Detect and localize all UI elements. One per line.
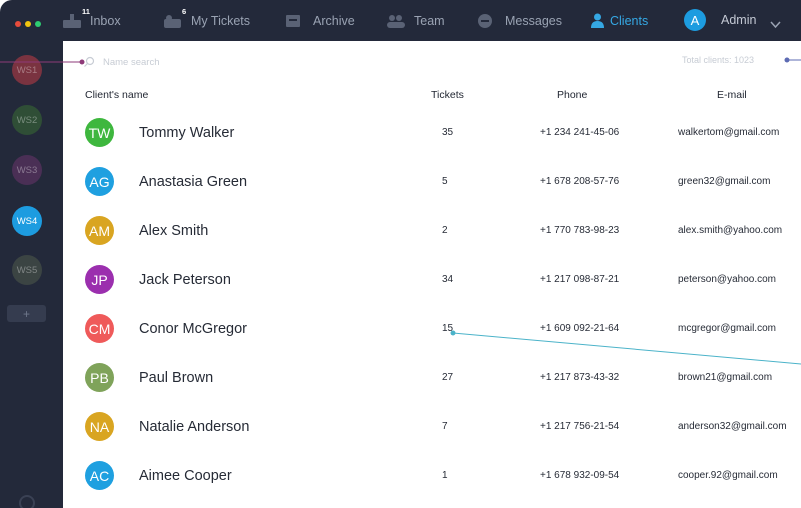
avatar: NA bbox=[85, 412, 114, 441]
client-icon bbox=[591, 13, 604, 29]
total-clients-count: Total clients: 1023 bbox=[682, 55, 755, 65]
client-name[interactable]: Paul Brown bbox=[139, 370, 213, 386]
email-address[interactable]: green32@gmail.com bbox=[678, 176, 770, 187]
nav-item-clients[interactable]: Clients bbox=[591, 0, 648, 41]
avatar: AG bbox=[85, 167, 114, 196]
search-icon bbox=[83, 55, 95, 73]
email-address[interactable]: brown21@gmail.com bbox=[678, 372, 772, 383]
phone-number: +1 609 092-21-64 bbox=[540, 323, 620, 334]
nav-label-clients: Clients bbox=[610, 13, 649, 28]
avatar: CM bbox=[85, 314, 114, 343]
team-icon bbox=[386, 13, 406, 29]
nav-item-inbox[interactable]: 11 Inbox bbox=[62, 0, 121, 41]
table-row[interactable]: CM Conor McGregor 15 +1 609 092-21-64 mc… bbox=[0, 314, 801, 363]
table-row[interactable]: NA Natalie Anderson 7 +1 217 756-21-54 a… bbox=[0, 412, 801, 461]
table-row[interactable]: AG Anastasia Green 5 +1 678 208-57-76 gr… bbox=[0, 167, 801, 216]
email-address[interactable]: cooper.92@gmail.com bbox=[678, 470, 778, 481]
ticket-count: 34 bbox=[442, 274, 454, 285]
nav-item-my-tickets[interactable]: 6 My Tickets bbox=[163, 0, 250, 41]
client-name[interactable]: Tommy Walker bbox=[139, 125, 234, 141]
messages-icon bbox=[477, 13, 497, 29]
email-address[interactable]: anderson32@gmail.com bbox=[678, 421, 787, 432]
nav-label-inbox: Inbox bbox=[90, 13, 121, 28]
nav-label-archive: Archive bbox=[313, 13, 355, 28]
phone-number: +1 234 241-45-06 bbox=[540, 127, 620, 138]
ticket-count: 15 bbox=[442, 323, 454, 334]
avatar: AC bbox=[85, 461, 114, 490]
table-row[interactable]: AM Alex Smith 2 +1 770 783-98-23 alex.sm… bbox=[0, 216, 801, 265]
column-header-name[interactable]: Client's name bbox=[85, 89, 148, 101]
ticket-count: 7 bbox=[442, 421, 448, 432]
phone-number: +1 678 208-57-76 bbox=[540, 176, 620, 187]
email-address[interactable]: mcgregor@gmail.com bbox=[678, 323, 776, 334]
table-row[interactable]: JP Jack Peterson 34 +1 217 098-87-21 pet… bbox=[0, 265, 801, 314]
ticket-count: 35 bbox=[442, 127, 454, 138]
name-search-input[interactable] bbox=[103, 54, 303, 70]
email-address[interactable]: alex.smith@yahoo.com bbox=[678, 225, 782, 236]
maximize-window-dot[interactable] bbox=[35, 21, 41, 27]
table-row[interactable]: PB Paul Brown 27 +1 217 873-43-32 brown2… bbox=[0, 363, 801, 412]
close-window-dot[interactable] bbox=[15, 21, 21, 27]
nav-label-my-tickets: My Tickets bbox=[191, 13, 251, 28]
nav-label-messages: Messages bbox=[505, 13, 562, 28]
phone-number: +1 217 756-21-54 bbox=[540, 421, 620, 432]
archive-icon bbox=[285, 13, 305, 29]
nav-item-team[interactable]: Team bbox=[386, 0, 445, 41]
user-avatar[interactable]: A bbox=[684, 9, 706, 31]
app-window: 11 Inbox 6 My Tickets Archive Team Messa… bbox=[0, 0, 801, 508]
avatar: PB bbox=[85, 363, 114, 392]
minimize-window-dot[interactable] bbox=[25, 21, 31, 27]
email-address[interactable]: walkertom@gmail.com bbox=[678, 127, 779, 138]
client-name[interactable]: Aimee Cooper bbox=[139, 468, 232, 484]
column-header-email[interactable]: E-mail bbox=[717, 89, 747, 101]
client-name[interactable]: Anastasia Green bbox=[139, 174, 247, 190]
ticket-count: 2 bbox=[442, 225, 448, 236]
ticket-count: 5 bbox=[442, 176, 448, 187]
client-name[interactable]: Natalie Anderson bbox=[139, 419, 249, 435]
nav-item-archive[interactable]: Archive bbox=[285, 0, 355, 41]
column-header-phone[interactable]: Phone bbox=[557, 89, 587, 101]
window-controls bbox=[15, 21, 41, 27]
user-name[interactable]: Admin bbox=[721, 13, 756, 27]
avatar: TW bbox=[85, 118, 114, 147]
top-nav-bar: 11 Inbox 6 My Tickets Archive Team Messa… bbox=[0, 0, 801, 41]
inbox-icon: 11 bbox=[62, 7, 90, 29]
phone-number: +1 217 098-87-21 bbox=[540, 274, 620, 285]
client-name[interactable]: Conor McGregor bbox=[139, 321, 247, 337]
tickets-icon: 6 bbox=[163, 7, 186, 29]
ticket-count: 1 bbox=[442, 470, 448, 481]
email-address[interactable]: peterson@yahoo.com bbox=[678, 274, 776, 285]
table-row[interactable]: AC Aimee Cooper 1 +1 678 932-09-54 coope… bbox=[0, 461, 801, 508]
avatar: JP bbox=[85, 265, 114, 294]
phone-number: +1 770 783-98-23 bbox=[540, 225, 620, 236]
phone-number: +1 678 932-09-54 bbox=[540, 470, 620, 481]
workspace-ws1[interactable]: WS1 bbox=[12, 55, 42, 85]
phone-number: +1 217 873-43-32 bbox=[540, 372, 620, 383]
avatar: AM bbox=[85, 216, 114, 245]
nav-label-team: Team bbox=[414, 13, 445, 28]
chevron-down-icon[interactable] bbox=[770, 16, 781, 34]
client-name[interactable]: Alex Smith bbox=[139, 223, 208, 239]
client-name[interactable]: Jack Peterson bbox=[139, 272, 231, 288]
nav-item-messages[interactable]: Messages bbox=[477, 0, 562, 41]
ticket-count: 27 bbox=[442, 372, 454, 383]
column-header-tickets[interactable]: Tickets bbox=[431, 89, 464, 101]
table-row[interactable]: TW Tommy Walker 35 +1 234 241-45-06 walk… bbox=[0, 118, 801, 167]
